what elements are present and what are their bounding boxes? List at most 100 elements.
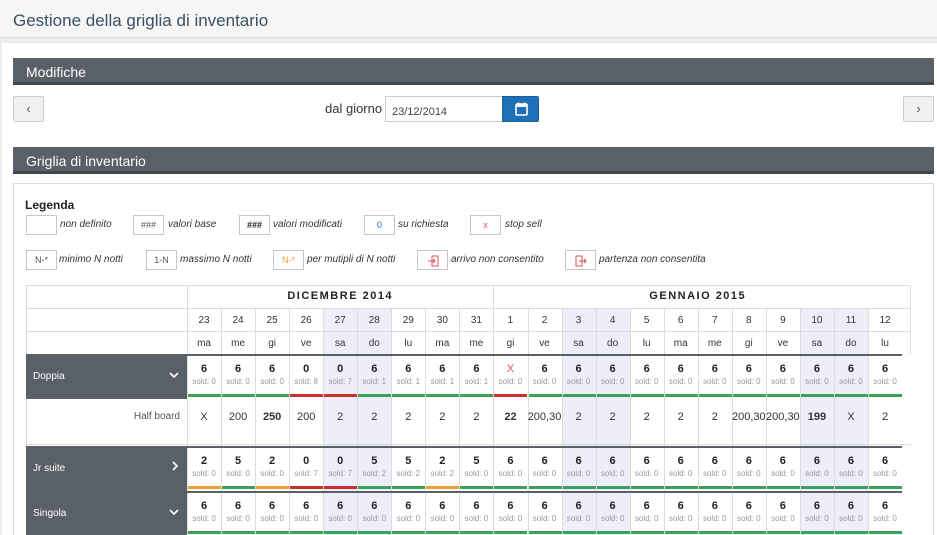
availability-value[interactable]: 6 (493, 500, 527, 512)
rate-value[interactable]: 199 (800, 411, 834, 423)
availability-value[interactable]: 0 (323, 363, 357, 375)
availability-value[interactable]: 6 (766, 500, 800, 512)
availability-value[interactable]: 6 (459, 500, 493, 512)
availability-value[interactable]: 6 (630, 500, 664, 512)
rate-value[interactable]: 2 (698, 411, 732, 423)
availability-value[interactable]: 6 (834, 455, 868, 467)
room-label-doppia[interactable]: Doppia (26, 354, 187, 399)
room-label-jr-suite[interactable]: Jr suite (26, 446, 187, 491)
availability-value[interactable]: 6 (357, 363, 391, 375)
availability-value[interactable]: 6 (221, 500, 255, 512)
availability-value[interactable]: 6 (562, 455, 596, 467)
rate-value[interactable]: 200,30 (766, 411, 800, 423)
rate-value[interactable]: 2 (562, 411, 596, 423)
availability-value[interactable]: 6 (562, 500, 596, 512)
availability-value[interactable]: 6 (357, 500, 391, 512)
availability-value[interactable]: 6 (528, 363, 562, 375)
availability-value[interactable]: 6 (732, 363, 766, 375)
availability-value[interactable]: 0 (289, 455, 323, 467)
availability-value[interactable]: 2 (255, 455, 289, 467)
availability-value[interactable]: 5 (221, 455, 255, 467)
availability-value[interactable]: 6 (528, 455, 562, 467)
availability-value[interactable]: 6 (255, 363, 289, 375)
calendar-button[interactable] (502, 96, 539, 122)
availability-value[interactable]: 6 (868, 455, 902, 467)
availability-value[interactable]: 6 (630, 363, 664, 375)
availability-value[interactable]: 6 (391, 500, 425, 512)
availability-value[interactable]: 6 (493, 455, 527, 467)
availability-value[interactable]: 6 (323, 500, 357, 512)
legend-box (417, 250, 448, 270)
rate-value[interactable]: 22 (493, 411, 527, 423)
availability-value[interactable]: 5 (459, 455, 493, 467)
availability-value[interactable]: 5 (357, 455, 391, 467)
rate-value[interactable]: 2 (630, 411, 664, 423)
rate-value[interactable]: 250 (255, 411, 289, 423)
availability-value[interactable]: 6 (698, 500, 732, 512)
availability-value[interactable]: 6 (221, 363, 255, 375)
chevron-down-icon[interactable] (169, 491, 179, 535)
date-input[interactable] (385, 96, 503, 122)
availability-value[interactable]: 6 (664, 500, 698, 512)
availability-value[interactable]: 6 (425, 500, 459, 512)
availability-value[interactable]: 6 (187, 500, 221, 512)
chevron-down-icon[interactable] (169, 354, 179, 399)
sold-count: sold: 0 (702, 377, 727, 386)
availability-value[interactable]: 6 (800, 363, 834, 375)
availability-value[interactable]: 0 (323, 455, 357, 467)
availability-value[interactable]: 6 (289, 500, 323, 512)
availability-value[interactable]: 6 (834, 500, 868, 512)
room-name: Jr suite (33, 463, 66, 474)
next-date-button[interactable]: › (903, 96, 934, 122)
rate-value[interactable]: 200,30 (528, 411, 562, 423)
availability-value[interactable]: 6 (596, 455, 630, 467)
availability-value[interactable]: 6 (868, 363, 902, 375)
rate-value[interactable]: 200 (221, 411, 255, 423)
availability-value[interactable]: 6 (664, 363, 698, 375)
availability-value[interactable]: 6 (459, 363, 493, 375)
availability-value[interactable]: 6 (664, 455, 698, 467)
availability-value[interactable]: 6 (425, 363, 459, 375)
availability-value[interactable]: 6 (528, 500, 562, 512)
rate-value[interactable]: 200 (289, 411, 323, 423)
availability-value[interactable]: 0 (289, 363, 323, 375)
rate-value[interactable]: 200,30 (732, 411, 766, 423)
availability-value[interactable]: 6 (391, 363, 425, 375)
availability-value[interactable]: 5 (391, 455, 425, 467)
availability-value[interactable]: 6 (187, 363, 221, 375)
availability-value[interactable]: 2 (425, 455, 459, 467)
availability-value[interactable]: 6 (800, 455, 834, 467)
availability-value[interactable]: 6 (255, 500, 289, 512)
rate-value[interactable]: 2 (357, 411, 391, 423)
availability-value[interactable]: 6 (630, 455, 664, 467)
availability-value[interactable]: 6 (868, 500, 902, 512)
rate-value[interactable]: 2 (868, 411, 902, 423)
availability-value[interactable]: 6 (732, 455, 766, 467)
day-name: ma (673, 338, 688, 349)
rate-value[interactable]: 2 (425, 411, 459, 423)
availability-value[interactable]: 6 (562, 363, 596, 375)
rate-value[interactable]: X (834, 411, 868, 423)
availability-value[interactable]: 6 (698, 455, 732, 467)
status-bar (698, 486, 732, 489)
rate-value[interactable]: 2 (664, 411, 698, 423)
availability-value[interactable]: 6 (834, 363, 868, 375)
availability-value[interactable]: X (493, 363, 527, 375)
availability-value[interactable]: 6 (596, 500, 630, 512)
prev-date-button[interactable]: ‹ (13, 96, 44, 122)
availability-value[interactable]: 6 (766, 363, 800, 375)
rate-value[interactable]: X (187, 411, 221, 423)
availability-value[interactable]: 6 (766, 455, 800, 467)
rate-value[interactable]: 2 (323, 411, 357, 423)
availability-value[interactable]: 2 (187, 455, 221, 467)
rate-value[interactable]: 2 (596, 411, 630, 423)
rate-value[interactable]: 2 (391, 411, 425, 423)
room-label-singola[interactable]: Singola (26, 491, 187, 535)
availability-value[interactable]: 6 (596, 363, 630, 375)
availability-value[interactable]: 6 (732, 500, 766, 512)
availability-value[interactable]: 6 (698, 363, 732, 375)
rate-value[interactable]: 2 (459, 411, 493, 423)
chevron-right-icon[interactable] (171, 446, 179, 491)
sold-count: sold: 0 (839, 469, 863, 478)
availability-value[interactable]: 6 (800, 500, 834, 512)
